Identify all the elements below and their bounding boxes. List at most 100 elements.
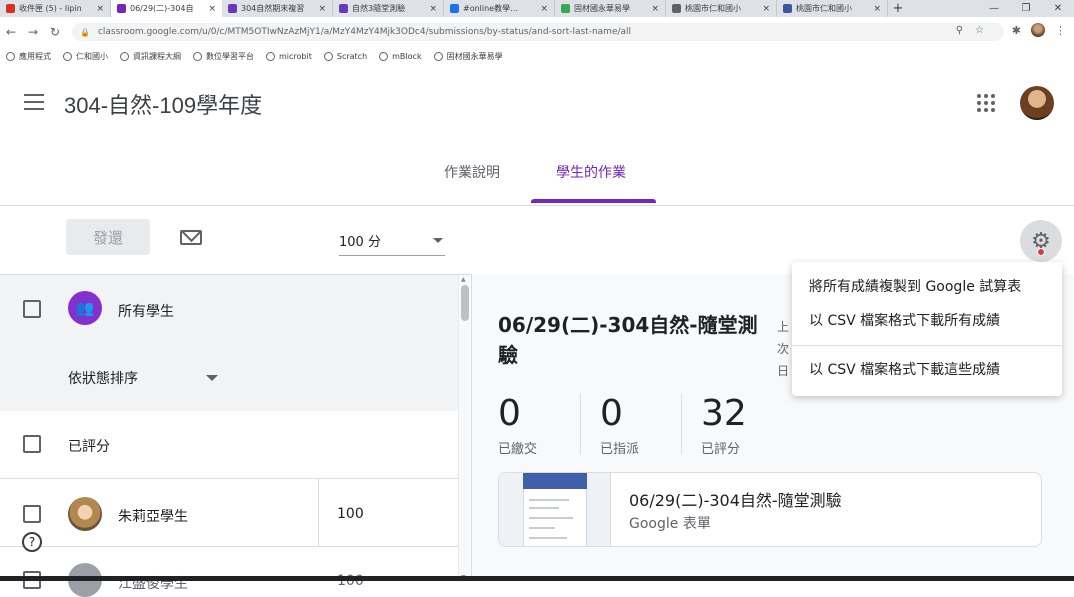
all-students-checkbox[interactable] [23, 300, 41, 318]
bookmark-icon [63, 51, 72, 61]
assigned-stat[interactable]: 0 已指派 [600, 394, 639, 458]
graded-checkbox[interactable] [23, 435, 41, 453]
tab-favicon-icon [783, 4, 792, 13]
sort-dropdown[interactable]: 依狀態排序 [0, 343, 458, 411]
stat-divider [681, 394, 682, 454]
download-all-grades-csv-item[interactable]: 以 CSV 檔案格式下載所有成績 [809, 310, 1000, 330]
form-thumbnail [499, 473, 611, 546]
back-icon[interactable]: ← [0, 25, 22, 39]
tab-close-icon[interactable]: × [96, 4, 104, 14]
minimize-icon[interactable]: — [978, 0, 1010, 17]
lock-icon: 🔒 [80, 27, 90, 37]
browser-actions: ✱ ⋮ [1012, 23, 1066, 37]
account-avatar[interactable] [1020, 86, 1054, 120]
profile-avatar[interactable] [1031, 23, 1045, 37]
help-icon[interactable]: ? [22, 532, 42, 552]
tab-title: 自然3隨堂測驗 [352, 4, 406, 13]
graded-stat[interactable]: 32 已評分 [701, 394, 747, 458]
scroll-up-icon[interactable]: ▲ [461, 276, 466, 283]
tab-title: #online教學… [463, 4, 519, 13]
bookmark-icon [193, 51, 202, 61]
bookmark-item[interactable]: mBlock [379, 51, 422, 61]
browser-tab[interactable]: 自然3隨堂測驗 × [333, 0, 444, 17]
window-controls: — ❐ ✕ [978, 0, 1074, 17]
close-window-icon[interactable]: ✕ [1042, 0, 1074, 17]
address-bar[interactable]: 🔒 classroom.google.com/u/0/c/MTM5OTIwNzA… [72, 23, 1004, 41]
bookmark-icon [120, 51, 129, 61]
bookmark-item[interactable]: 固材國永華易學 [433, 51, 503, 62]
tab-favicon-icon [450, 4, 459, 13]
bookmark-item[interactable]: 數位學習平台 [193, 51, 254, 62]
last-edited-note: 上次日 [777, 320, 790, 378]
bookmark-item[interactable]: 資訊課程大綱 [120, 51, 181, 62]
bookmark-label: 仁和國小 [76, 51, 108, 61]
all-students-row[interactable]: 👥 所有學生 [0, 275, 458, 343]
active-tab-indicator [531, 199, 656, 203]
google-apps-icon[interactable] [977, 94, 995, 112]
attachment-type: Google 表單 [629, 516, 711, 532]
attachment-title: 06/29(二)-304自然-隨堂測驗 [629, 491, 842, 510]
tab-close-icon[interactable]: × [318, 4, 326, 14]
tab-title: 固材國永華易學 [574, 4, 630, 13]
menu-divider [792, 345, 1062, 346]
tab-close-icon[interactable]: × [873, 4, 881, 14]
stat-number: 0 [600, 393, 623, 434]
tab-close-icon[interactable]: × [762, 4, 770, 14]
tab-favicon-icon [339, 4, 348, 13]
browser-tab[interactable]: 06/29(二)-304自 × [111, 0, 222, 17]
return-button[interactable]: 發還 [66, 219, 150, 255]
copy-grades-to-sheets-item[interactable]: 將所有成績複製到 Google 試算表 [809, 276, 1021, 296]
form-attachment-card[interactable]: 06/29(二)-304自然-隨堂測驗 Google 表單 [498, 472, 1042, 547]
taskbar-edge [0, 576, 1074, 581]
browser-menu-icon[interactable]: ⋮ [1055, 24, 1066, 37]
browser-tab[interactable]: 304自然期末複習 × [222, 0, 333, 17]
zoom-star-icons[interactable]: ⚲☆ [956, 25, 996, 36]
hamburger-menu-icon[interactable] [24, 94, 44, 110]
roster-scrollbar[interactable]: ▲ ▼ [458, 275, 470, 582]
class-title[interactable]: 304-自然-109學年度 [64, 88, 262, 120]
scrollbar-thumb[interactable] [461, 285, 469, 321]
tab-student-work[interactable]: 學生的作業 [556, 162, 626, 182]
tab-close-icon[interactable]: × [429, 4, 437, 14]
browser-tab[interactable]: 收件匣 (5) - lipin × [0, 0, 111, 17]
tab-close-icon[interactable]: × [540, 4, 548, 14]
bookmark-icon [323, 51, 333, 61]
student-checkbox[interactable] [23, 505, 41, 523]
settings-menu: 將所有成績複製到 Google 試算表 以 CSV 檔案格式下載所有成績 以 C… [792, 262, 1062, 396]
bookmark-label: microbit [279, 51, 312, 61]
new-tab-icon[interactable]: + [888, 0, 908, 17]
browser-tab[interactable]: 固材國永華易學 × [555, 0, 666, 17]
extensions-icon[interactable]: ✱ [1012, 24, 1021, 37]
tab-close-icon[interactable]: × [651, 4, 659, 14]
bookmark-item[interactable]: 仁和國小 [63, 51, 108, 62]
graded-group-row[interactable]: 已評分 [0, 411, 458, 479]
turned-in-stat[interactable]: 0 已繳交 [498, 394, 537, 458]
tab-favicon-icon [228, 4, 237, 13]
tab-instructions[interactable]: 作業說明 [444, 162, 500, 182]
tab-close-icon[interactable]: × [208, 4, 216, 14]
graded-label: 已評分 [68, 439, 110, 455]
student-score[interactable]: 100 [337, 506, 364, 522]
points-select[interactable]: 100 分 [339, 226, 445, 256]
browser-chrome: 收件匣 (5) - lipin × 06/29(二)-304自 × 304自然期末複習 ×… [0, 0, 1074, 66]
bookmark-icon [433, 51, 443, 61]
download-these-grades-csv-item[interactable]: 以 CSV 檔案格式下載這些成績 [809, 359, 1000, 379]
reload-icon[interactable]: ↻ [44, 25, 66, 39]
forward-icon[interactable]: → [22, 25, 44, 39]
omnibar: ← → ↻ 🔒 classroom.google.com/u/0/c/MTM5O… [0, 20, 1074, 44]
bookmark-item[interactable]: Scratch [323, 51, 367, 61]
mouse-pointer [1037, 248, 1045, 256]
student-row[interactable]: 朱莉亞學生 100 [0, 479, 458, 547]
bookmark-item[interactable]: 應用程式 [6, 51, 51, 62]
email-icon[interactable] [180, 230, 202, 245]
student-name: 朱莉亞學生 [118, 509, 188, 525]
bookmark-icon [6, 51, 15, 61]
restore-icon[interactable]: ❐ [1010, 0, 1042, 17]
student-row[interactable]: 江盛俊學生 100 [0, 547, 458, 597]
browser-tab[interactable]: #online教學… × [444, 0, 555, 17]
stat-number: 0 [498, 393, 521, 434]
tab-title: 304自然期末複習 [241, 4, 305, 13]
browser-tab[interactable]: 桃園市仁和國小 × [666, 0, 777, 17]
bookmark-item[interactable]: microbit [266, 51, 312, 61]
browser-tab[interactable]: 桃園市仁和國小 × [777, 0, 888, 17]
